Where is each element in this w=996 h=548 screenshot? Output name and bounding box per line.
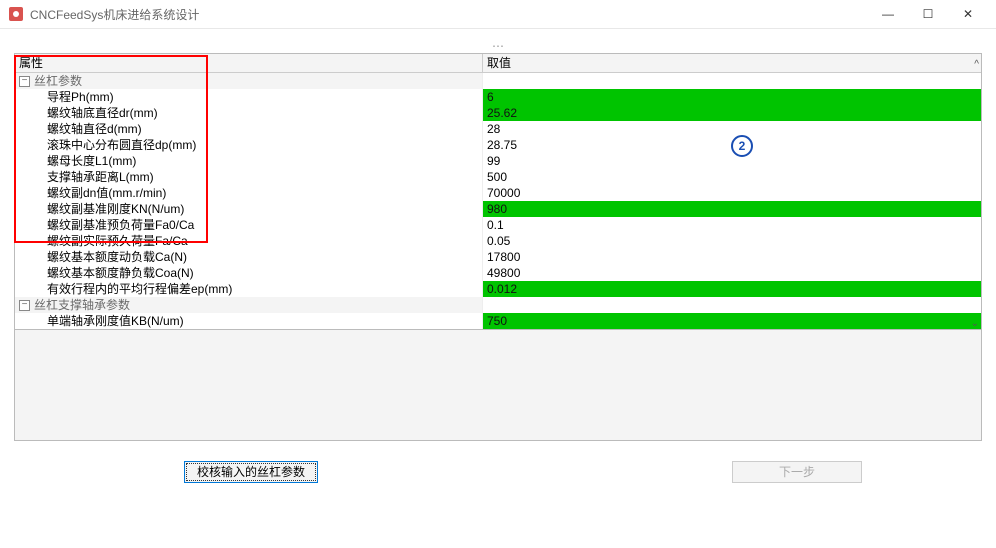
- property-grid: 属性 取值 ^ 2 ⌄ −丝杠参数导程Ph(mm)6螺纹轴底直径dr(mm)25…: [14, 53, 982, 441]
- header-value: 取值 ^: [483, 54, 981, 72]
- property-label: 螺母长度L1(mm): [47, 153, 136, 169]
- collapse-icon[interactable]: −: [19, 76, 30, 87]
- property-label: 支撑轴承距离L(mm): [47, 169, 154, 185]
- scroll-up-icon[interactable]: ^: [974, 56, 979, 74]
- property-label: 螺纹副基准刚度KN(N/um): [47, 201, 184, 217]
- property-row[interactable]: 滚珠中心分布圆直径dp(mm)28.75: [15, 137, 981, 153]
- property-row[interactable]: 螺母长度L1(mm) 99: [15, 153, 981, 169]
- maximize-button[interactable]: ☐: [908, 0, 948, 28]
- property-row[interactable]: 螺纹轴底直径dr(mm) 25.62: [15, 105, 981, 121]
- property-label: 滚珠中心分布圆直径dp(mm): [47, 137, 196, 153]
- description-panel: [15, 329, 981, 440]
- group-label: 丝杠支撑轴承参数: [34, 297, 130, 313]
- property-label: 螺纹轴底直径dr(mm): [47, 105, 158, 121]
- property-row[interactable]: 螺纹副实际预久荷量Fa/Ca 0.05: [15, 233, 981, 249]
- property-label: 有效行程内的平均行程偏差ep(mm): [47, 281, 232, 297]
- property-row[interactable]: 螺纹副基准预负荷量Fa0/Ca 0.1: [15, 217, 981, 233]
- property-row[interactable]: 支撑轴承距离L(mm) 500: [15, 169, 981, 185]
- minimize-button[interactable]: —: [868, 0, 908, 28]
- property-value[interactable]: 0.1: [483, 217, 981, 233]
- group-row[interactable]: −丝杠支撑轴承参数: [15, 297, 981, 313]
- property-label: 导程Ph(mm): [47, 89, 114, 105]
- title-bar: CNCFeedSys机床进给系统设计 — ☐ ✕: [0, 0, 996, 29]
- property-value[interactable]: 49800: [483, 265, 981, 281]
- collapse-icon[interactable]: −: [19, 300, 30, 311]
- property-value[interactable]: 750: [483, 313, 981, 329]
- property-row[interactable]: 螺纹轴直径d(mm) 28: [15, 121, 981, 137]
- property-label: 单端轴承刚度值KB(N/um): [47, 313, 184, 329]
- property-label: 螺纹基本额度静负载Coa(N): [47, 265, 194, 281]
- property-value[interactable]: 6: [483, 89, 981, 105]
- property-row[interactable]: 螺纹副基准刚度KN(N/um) 980: [15, 201, 981, 217]
- property-value[interactable]: 99: [483, 153, 981, 169]
- group-row[interactable]: −丝杠参数: [15, 73, 981, 89]
- property-value[interactable]: 70000: [483, 185, 981, 201]
- property-label: 螺纹基本额度动负载Ca(N): [47, 249, 187, 265]
- property-row[interactable]: 导程Ph(mm) 6: [15, 89, 981, 105]
- property-value[interactable]: 0.05: [483, 233, 981, 249]
- property-value[interactable]: 500: [483, 169, 981, 185]
- property-row[interactable]: 螺纹基本额度静负载Coa(N) 49800: [15, 265, 981, 281]
- group-label: 丝杠参数: [34, 73, 82, 89]
- property-label: 螺纹副dn值(mm.r/min): [47, 185, 166, 201]
- property-value[interactable]: 0.012: [483, 281, 981, 297]
- header-property: 属性: [15, 54, 483, 72]
- property-label: 螺纹副实际预久荷量Fa/Ca: [47, 233, 188, 249]
- window-title: CNCFeedSys机床进给系统设计: [30, 6, 868, 23]
- property-value[interactable]: 17800: [483, 249, 981, 265]
- property-row[interactable]: 螺纹基本额度动负载Ca(N) 17800: [15, 249, 981, 265]
- property-row[interactable]: 单端轴承刚度值KB(N/um) 750: [15, 313, 981, 329]
- close-button[interactable]: ✕: [948, 0, 988, 28]
- property-row[interactable]: 螺纹副dn值(mm.r/min) 70000: [15, 185, 981, 201]
- property-row[interactable]: 有效行程内的平均行程偏差ep(mm) 0.012: [15, 281, 981, 297]
- annotation-2: 2: [731, 135, 753, 157]
- property-value[interactable]: 980: [483, 201, 981, 217]
- property-label: 螺纹副基准预负荷量Fa0/Ca: [47, 217, 194, 233]
- property-value[interactable]: 25.62: [483, 105, 981, 121]
- check-params-button[interactable]: 校核输入的丝杠参数: [184, 461, 318, 483]
- app-icon: [8, 6, 24, 22]
- scroll-down-icon[interactable]: ⌄: [971, 318, 979, 329]
- property-label: 螺纹轴直径d(mm): [47, 121, 142, 137]
- property-value[interactable]: 28: [483, 121, 981, 137]
- next-button[interactable]: 下一步: [732, 461, 862, 483]
- panel-handle-icon: ⋯: [14, 39, 982, 53]
